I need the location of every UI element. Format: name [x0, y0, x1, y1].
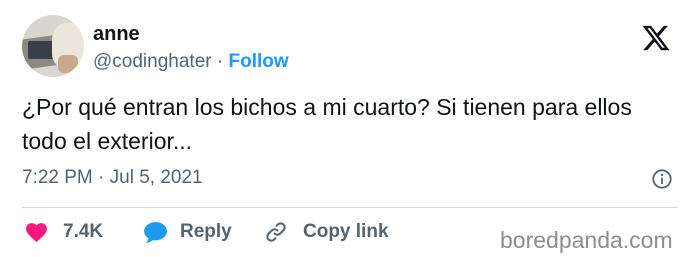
- divider: [22, 207, 678, 208]
- meta-separator: ·: [98, 167, 105, 188]
- follow-button[interactable]: Follow: [228, 51, 288, 72]
- author-name[interactable]: anne: [93, 22, 140, 46]
- x-logo-icon[interactable]: [641, 23, 671, 53]
- handle-separator: ·: [216, 51, 224, 72]
- copy-link-button[interactable]: Copy link: [264, 218, 389, 246]
- tweet-date: Jul 5, 2021: [109, 167, 203, 188]
- speech-bubble-icon: [144, 221, 167, 243]
- link-icon: [266, 222, 286, 242]
- reply-label: Reply: [180, 221, 232, 242]
- info-icon[interactable]: [651, 168, 673, 190]
- heart-icon: [26, 222, 47, 242]
- tweet-timestamp[interactable]: 7:22 PM · Jul 5, 2021: [22, 166, 203, 190]
- tweet-text: ¿Por qué entran los bichos a mi cuarto? …: [22, 94, 632, 154]
- copy-link-label: Copy link: [303, 221, 389, 242]
- avatar[interactable]: [22, 15, 84, 77]
- like-button[interactable]: 7.4K: [24, 218, 103, 246]
- tweet-time: 7:22 PM: [22, 167, 93, 188]
- author-handle-row: @codinghater · Follow: [93, 50, 289, 74]
- watermark: boredpanda.com: [500, 227, 673, 253]
- author-handle[interactable]: @codinghater: [93, 51, 212, 72]
- like-count: 7.4K: [63, 221, 104, 242]
- reply-button[interactable]: Reply: [142, 218, 232, 246]
